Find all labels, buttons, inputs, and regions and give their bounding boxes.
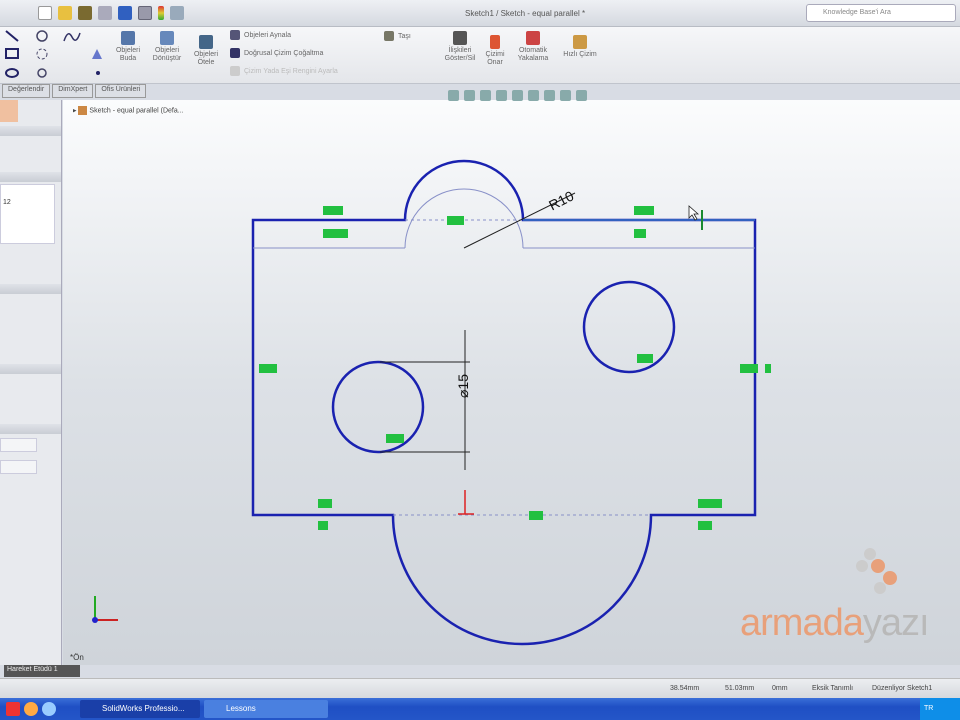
circle-left[interactable] <box>331 360 425 454</box>
taskbar: SolidWorks Professio... Lessons TR <box>0 698 960 720</box>
status-y: 51.03mm <box>725 685 755 692</box>
quicklaunch-icon-3[interactable] <box>42 702 56 716</box>
logo-mark-icon <box>856 548 897 594</box>
dimensions <box>380 192 576 470</box>
task-label-1: SolidWorks Professio... <box>102 704 185 713</box>
logo-text: armadayazı <box>740 602 930 644</box>
sketch-origin <box>458 490 474 515</box>
quicklaunch-icon-1[interactable] <box>6 702 20 716</box>
taskbar-lessons[interactable]: Lessons <box>204 700 328 718</box>
radius-dimension[interactable]: R10 <box>546 187 576 213</box>
status-mode: Düzenliyor Sketch1 <box>872 685 933 692</box>
view-label: *Ön <box>70 653 84 662</box>
diameter-dimension[interactable]: ⌀15 <box>455 374 471 398</box>
quicklaunch-icon-2[interactable] <box>24 702 38 716</box>
status-bar: 38.54mm 51.03mm 0mm Eksik Tanımlı Düzenl… <box>0 678 960 698</box>
taskbar-solidworks[interactable]: SolidWorks Professio... <box>80 700 200 718</box>
circle-right[interactable] <box>582 280 676 374</box>
construction-lines <box>253 188 755 249</box>
armadayazi-logo: armadayazı <box>740 540 960 650</box>
status-definition: Eksik Tanımlı <box>812 685 854 692</box>
cursor-icon <box>688 205 703 230</box>
status-x: 38.54mm <box>670 685 700 692</box>
relation-markers <box>259 206 771 530</box>
task-label-2: Lessons <box>226 704 256 713</box>
triad-icon <box>92 596 118 623</box>
motion-study-tab[interactable]: Hareket Etüdü 1 <box>4 665 80 677</box>
status-z: 0mm <box>772 685 788 692</box>
system-tray[interactable]: TR <box>920 698 960 720</box>
